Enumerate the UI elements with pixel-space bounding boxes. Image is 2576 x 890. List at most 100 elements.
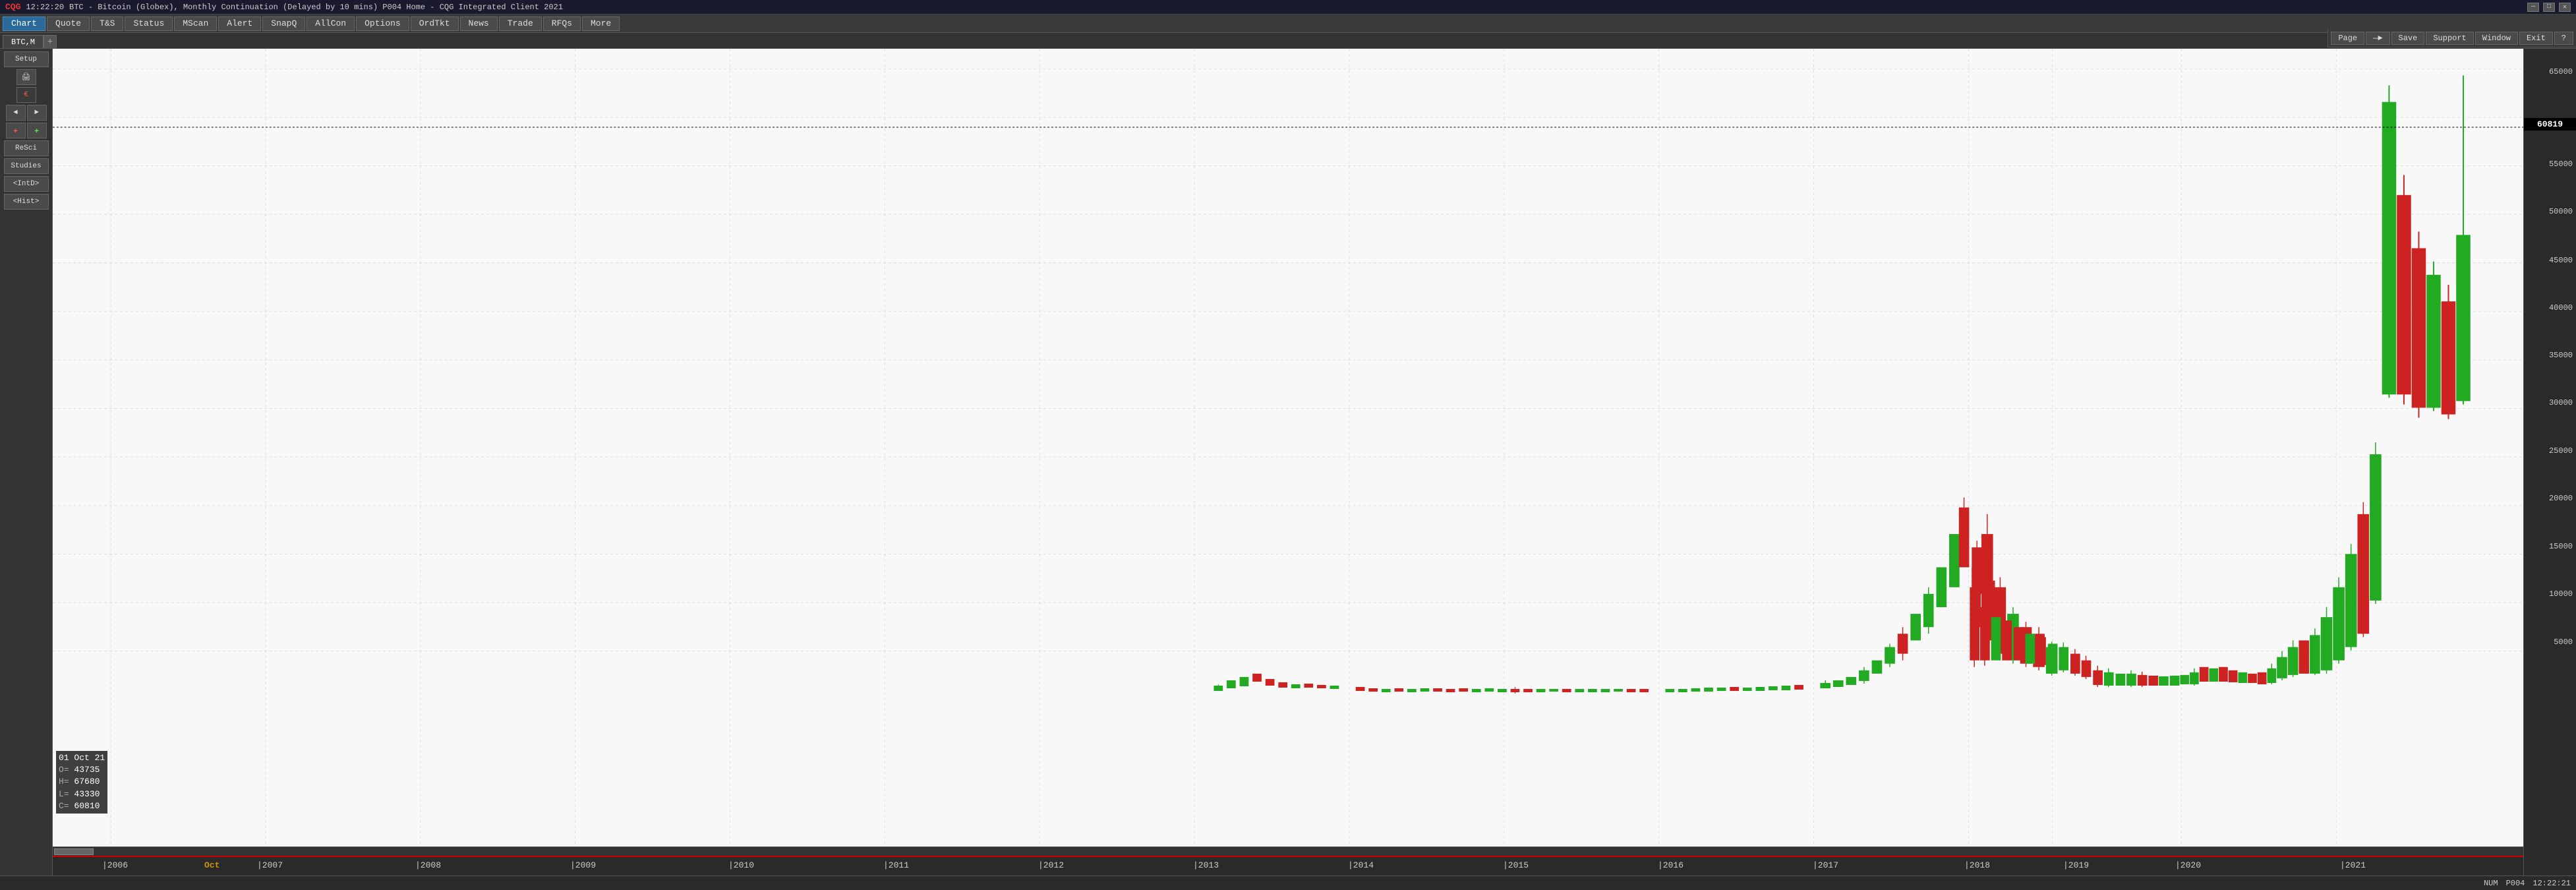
plus-icons: ✚ ✚ — [6, 123, 47, 138]
menu-snapq[interactable]: SnapQ — [262, 16, 305, 31]
chart-inner: 01 Oct 21 O= 43735 H= 67680 L= 43330 — [53, 49, 2523, 875]
scroll-area[interactable] — [53, 846, 2523, 856]
price-55000: 55000 — [2549, 160, 2573, 169]
menu-news[interactable]: News — [460, 16, 498, 31]
ohlc-close-line: C= 60810 — [59, 800, 105, 812]
time-2015: |2015 — [1503, 860, 1529, 870]
time-2011: |2011 — [883, 860, 909, 870]
menu-allcon[interactable]: AllCon — [307, 16, 355, 31]
time-axis: |2006 |2007 |2008 |2009 |2010 |2011 |201… — [53, 856, 2523, 875]
ohlc-close-label: C= — [59, 801, 69, 811]
title-bar-text: BTC - Bitcoin (Globex), Monthly Continua… — [69, 3, 563, 12]
time-2010: |2010 — [728, 860, 754, 870]
hist-button[interactable]: <Hist> — [4, 194, 49, 210]
status-num: NUM — [2484, 879, 2498, 888]
tab-bar: BTC,M + — [0, 33, 2576, 49]
menu-trade[interactable]: Trade — [499, 16, 542, 31]
ohlc-low-value: 43330 — [74, 789, 100, 799]
price-15000: 15000 — [2549, 542, 2573, 551]
title-bar-time: 12:22:20 — [26, 3, 64, 12]
time-2006: |2006 — [102, 860, 128, 870]
menu-alert[interactable]: Alert — [218, 16, 261, 31]
price-tag: 60819 — [2524, 118, 2576, 131]
price-25000: 25000 — [2549, 446, 2573, 456]
time-2016: |2016 — [1658, 860, 1683, 870]
menu-ordtkt[interactable]: OrdTkt — [411, 16, 459, 31]
ohlc-open-label: O= — [59, 765, 69, 775]
title-bar-left: CQG 12:22:20 BTC - Bitcoin (Globex), Mon… — [5, 2, 563, 12]
price-10000: 10000 — [2549, 589, 2573, 599]
intd-button[interactable]: <IntD> — [4, 176, 49, 192]
ohlc-open-value: 43735 — [74, 765, 100, 775]
menu-ts[interactable]: T&S — [91, 16, 123, 31]
window-button[interactable]: Window — [2475, 32, 2518, 45]
time-2020: |2020 — [2175, 860, 2201, 870]
time-2012: |2012 — [1038, 860, 1064, 870]
price-40000: 40000 — [2549, 303, 2573, 312]
title-bar-logo: CQG — [5, 2, 20, 12]
price-20000: 20000 — [2549, 494, 2573, 503]
status-page: P004 — [2506, 879, 2525, 888]
time-2009: |2009 — [570, 860, 596, 870]
green-plus-icon[interactable]: ✚ — [27, 123, 47, 138]
save-button[interactable]: Save — [2391, 32, 2425, 45]
main-layout: Setup 🖨 € ◄ ► ✚ ✚ ReSci Studies <IntD> <… — [0, 49, 2576, 875]
time-2021: |2021 — [2340, 860, 2366, 870]
price-scale-area: 60819 65000 55000 50000 45000 40000 3500… — [2523, 49, 2576, 875]
time-2013: |2013 — [1193, 860, 1219, 870]
maximize-button[interactable]: □ — [2543, 3, 2555, 12]
chart-area[interactable]: 01 Oct 21 O= 43735 H= 67680 L= 43330 — [53, 49, 2523, 846]
arrow-button[interactable]: —► — [2366, 32, 2389, 45]
print-icon[interactable]: 🖨 — [16, 69, 36, 85]
indicator-icon[interactable]: € — [16, 87, 36, 103]
minimize-button[interactable]: — — [2527, 3, 2539, 12]
ohlc-high-line: H= 67680 — [59, 776, 105, 788]
chart-with-scale: 01 Oct 21 O= 43735 H= 67680 L= 43330 — [53, 49, 2576, 875]
ohlc-high-label: H= — [59, 777, 69, 786]
ohlc-open-line: O= 43735 — [59, 764, 105, 776]
time-2019: |2019 — [2063, 860, 2089, 870]
status-bar: NUM P004 12:22:21 — [0, 875, 2576, 890]
menu-chart[interactable]: Chart — [3, 16, 45, 31]
menu-more[interactable]: More — [582, 16, 620, 31]
studies-button[interactable]: Studies — [4, 158, 49, 174]
help-button[interactable]: ? — [2554, 32, 2573, 45]
menu-rfqs[interactable]: RFQs — [543, 16, 581, 31]
title-bar-controls: — □ ✕ — [2527, 3, 2571, 12]
setup-button[interactable]: Setup — [4, 51, 49, 67]
ohlc-close-value: 60810 — [74, 801, 100, 811]
status-time: 12:22:21 — [2532, 879, 2571, 888]
tab-add-button[interactable]: + — [44, 35, 57, 48]
price-30000: 30000 — [2549, 398, 2573, 407]
left-arrow-icon[interactable]: ◄ — [6, 105, 26, 121]
menu-options[interactable]: Options — [356, 16, 409, 31]
ohlc-high-value: 67680 — [74, 777, 100, 786]
rescl-button[interactable]: ReSci — [4, 140, 49, 156]
title-bar: CQG 12:22:20 BTC - Bitcoin (Globex), Mon… — [0, 0, 2576, 15]
menu-quote[interactable]: Quote — [47, 16, 90, 31]
chart-svg — [53, 49, 2523, 846]
right-toolbar: Page —► Save Support Window Exit ? — [2327, 29, 2576, 47]
time-2017: |2017 — [1813, 860, 1838, 870]
menu-mscan[interactable]: MScan — [174, 16, 217, 31]
red-plus-icon[interactable]: ✚ — [6, 123, 26, 138]
menu-status[interactable]: Status — [125, 16, 173, 31]
close-button[interactable]: ✕ — [2559, 3, 2571, 12]
time-oct: Oct — [204, 860, 220, 870]
price-45000: 45000 — [2549, 256, 2573, 265]
support-button[interactable]: Support — [2426, 32, 2473, 45]
menu-bar: Chart Quote T&S Status MScan Alert SnapQ… — [0, 15, 2576, 33]
left-sidebar: Setup 🖨 € ◄ ► ✚ ✚ ReSci Studies <IntD> <… — [0, 49, 53, 875]
scroll-thumb[interactable] — [54, 848, 94, 855]
ohlc-low-label: L= — [59, 789, 69, 799]
ohlc-low-line: L= 43330 — [59, 788, 105, 800]
price-5000: 5000 — [2554, 638, 2573, 647]
price-65000: 65000 — [2549, 67, 2573, 76]
time-2007: |2007 — [257, 860, 283, 870]
page-button[interactable]: Page — [2331, 32, 2364, 45]
price-50000: 50000 — [2549, 207, 2573, 216]
exit-button[interactable]: Exit — [2519, 32, 2553, 45]
time-2018: |2018 — [1964, 860, 1990, 870]
tab-btcm[interactable]: BTC,M — [3, 35, 44, 48]
right-arrow-icon[interactable]: ► — [27, 105, 47, 121]
